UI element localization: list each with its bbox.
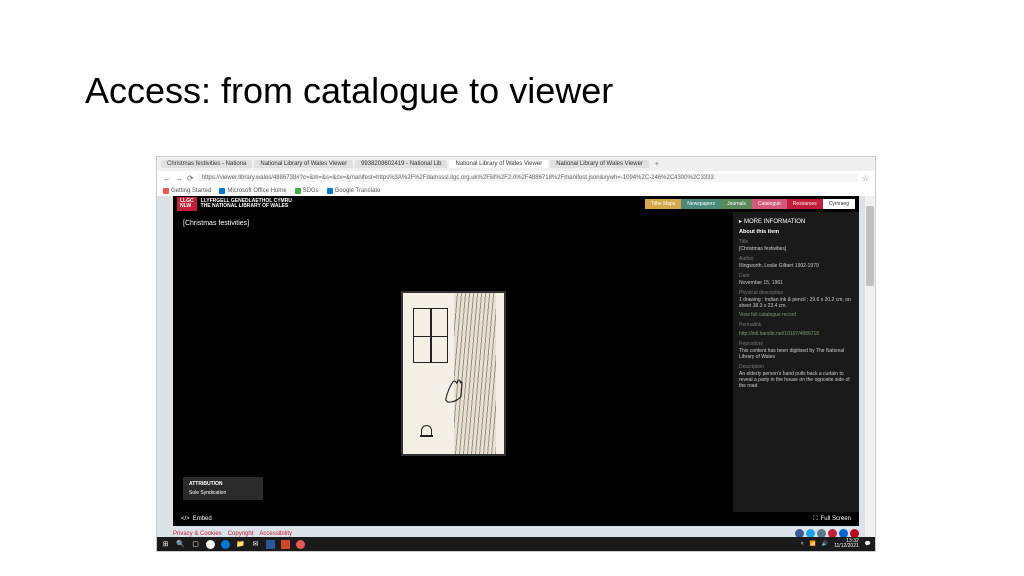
url-bar: ← → ⟳ https://viewer.library.wales/48867… xyxy=(157,171,875,185)
wifi-icon[interactable]: 📶 xyxy=(810,541,816,547)
nav-newspapers[interactable]: Newspapers xyxy=(681,199,721,209)
info-label: Physical description xyxy=(739,290,853,296)
forward-icon[interactable]: → xyxy=(175,174,183,183)
bookmark-item[interactable]: Microsoft Office Home xyxy=(219,186,286,195)
info-panel: ▸MORE INFORMATION About this item Title … xyxy=(733,212,859,512)
scrollbar[interactable] xyxy=(865,196,875,537)
page-content: LLGCNLW LLYFRGELL GENEDLAETHOL CYMRUTHE … xyxy=(157,196,875,551)
drawing-window xyxy=(413,308,448,363)
browser-tab[interactable]: National Library of Wales Viewer xyxy=(550,160,649,168)
bookmark-icon xyxy=(327,188,333,194)
nav-language[interactable]: Cymraeg xyxy=(823,199,855,209)
system-tray: ˄ 📶 🔊 13:3211/12/2021 💬 xyxy=(801,539,871,549)
chevron-right-icon: ▸ xyxy=(739,218,742,225)
attribution-box: ATTRIBUTION Sole Syndication xyxy=(183,477,263,500)
info-value: This content has been digitised by The N… xyxy=(739,348,853,360)
info-label: Date xyxy=(739,273,853,279)
info-header[interactable]: ▸MORE INFORMATION xyxy=(739,218,853,225)
info-value: 1 drawing : Indian ink & pencil ; 29.6 x… xyxy=(739,297,853,309)
logo-text: LLYFRGELL GENEDLAETHOL CYMRUTHE NATIONAL… xyxy=(201,199,292,209)
permalink[interactable]: http://hdl.handle.net/10107/4886718 xyxy=(739,331,853,337)
attribution-header: ATTRIBUTION xyxy=(189,481,257,487)
scroll-thumb[interactable] xyxy=(866,206,874,286)
info-value: [Christmas festivities] xyxy=(739,246,853,252)
copyright-link[interactable]: Copyright xyxy=(228,531,254,537)
nav-tithe[interactable]: Tithe Maps xyxy=(645,199,682,209)
explorer-icon[interactable]: 📁 xyxy=(236,540,245,549)
browser-tab[interactable]: 9938208602419 - National Lib xyxy=(355,160,447,168)
url-input[interactable]: https://viewer.library.wales/4886738#?c=… xyxy=(198,174,858,182)
nav-journals[interactable]: Journals xyxy=(721,199,752,209)
firefox-icon[interactable] xyxy=(296,540,305,549)
bookmarks-bar: Getting Started Microsoft Office Home SD… xyxy=(157,185,875,196)
site-nav: Tithe Maps Newspapers Journals Catalogue… xyxy=(645,199,855,209)
back-icon[interactable]: ← xyxy=(163,174,171,183)
fullscreen-icon: ⛶ xyxy=(813,516,817,523)
artwork-image xyxy=(401,291,506,456)
new-tab-button[interactable]: + xyxy=(651,161,663,168)
nav-resources[interactable]: Resources xyxy=(787,199,823,209)
info-value: An elderly person's hand pulls back a cu… xyxy=(739,371,853,389)
task-view-icon[interactable]: ▢ xyxy=(191,540,200,549)
privacy-link[interactable]: Privacy & Cookies xyxy=(173,531,222,537)
site-header: LLGCNLW LLYFRGELL GENEDLAETHOL CYMRUTHE … xyxy=(173,196,859,212)
bookmark-icon xyxy=(163,188,169,194)
viewer-main: [Christmas festivities] ATTRIBUTION Sole… xyxy=(173,212,733,512)
nav-catalogue[interactable]: Catalogue xyxy=(752,199,787,209)
embed-button[interactable]: </>Embed xyxy=(181,516,212,522)
windows-taskbar: ⊞ 🔍 ▢ 📁 ✉ ˄ 📶 🔊 13:3211/12/2021 💬 xyxy=(157,537,875,551)
browser-tabs: Christmas festivities - Nationa National… xyxy=(157,157,875,171)
drawing-hand xyxy=(442,374,464,404)
bookmark-item[interactable]: Getting Started xyxy=(163,186,211,195)
bookmark-item[interactable]: Google Translate xyxy=(327,186,381,195)
search-icon[interactable]: 🔍 xyxy=(176,540,185,549)
browser-tab-active[interactable]: National Library of Wales Viewer xyxy=(449,160,548,168)
item-title: [Christmas festivities] xyxy=(173,212,733,235)
info-label: Author xyxy=(739,256,853,262)
bookmark-icon[interactable]: ☆ xyxy=(862,174,869,183)
chrome-icon[interactable] xyxy=(206,540,215,549)
mail-icon[interactable]: ✉ xyxy=(251,540,260,549)
tray-chevron-icon[interactable]: ˄ xyxy=(801,541,804,547)
accessibility-link[interactable]: Accessibility xyxy=(259,531,292,537)
browser-screenshot: Christmas festivities - Nationa National… xyxy=(156,156,876,552)
clock[interactable]: 13:3211/12/2021 xyxy=(834,539,859,549)
info-value: Illingworth, Leslie Gilbert 1902-1979 xyxy=(739,263,853,269)
fullscreen-button[interactable]: ⛶Full Screen xyxy=(813,516,851,523)
bookmark-item[interactable]: SDGs xyxy=(295,186,319,195)
bookmark-icon xyxy=(219,188,225,194)
browser-tab[interactable]: Christmas festivities - Nationa xyxy=(161,160,252,168)
browser-tab[interactable]: National Library of Wales Viewer xyxy=(254,160,353,168)
info-value: November 15, 1961 xyxy=(739,280,853,286)
logo-badge: LLGCNLW xyxy=(177,197,197,211)
edge-icon[interactable] xyxy=(221,540,230,549)
info-label: Repository xyxy=(739,341,853,347)
powerpoint-icon[interactable] xyxy=(281,540,290,549)
word-icon[interactable] xyxy=(266,540,275,549)
info-label: Permalink xyxy=(739,322,853,328)
catalogue-link[interactable]: View full catalogue record xyxy=(739,312,853,318)
info-section-title: About this item xyxy=(739,229,853,235)
viewer-footer: </>Embed ⛶Full Screen xyxy=(173,512,859,526)
volume-icon[interactable]: 🔊 xyxy=(822,541,828,547)
artwork-container[interactable] xyxy=(173,235,733,512)
info-label: Description xyxy=(739,364,853,370)
logo-area[interactable]: LLGCNLW LLYFRGELL GENEDLAETHOL CYMRUTHE … xyxy=(177,197,292,211)
info-label: Title xyxy=(739,239,853,245)
attribution-text: Sole Syndication xyxy=(189,490,257,496)
slide-title: Access: from catalogue to viewer xyxy=(0,0,1024,112)
start-icon[interactable]: ⊞ xyxy=(161,540,170,549)
bookmark-icon xyxy=(295,188,301,194)
notifications-icon[interactable]: 💬 xyxy=(865,541,871,547)
viewer-area: ⚙ [Christmas festivities] ATTRIBUTION xyxy=(173,212,859,512)
code-icon: </> xyxy=(181,516,190,522)
reload-icon[interactable]: ⟳ xyxy=(187,174,194,183)
drawing-lamp xyxy=(421,425,432,436)
